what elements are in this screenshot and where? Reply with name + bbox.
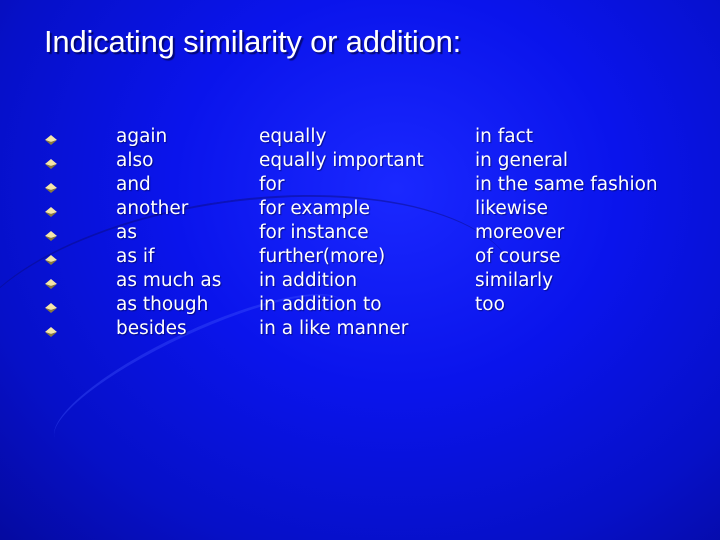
list-item: further(more) (259, 246, 386, 267)
gold-diamond-bullet-icon (45, 128, 57, 152)
list-item: in the same fashion (475, 174, 658, 195)
gold-diamond-bullet-icon (45, 224, 57, 248)
list-item: in a like manner (259, 318, 409, 339)
gold-diamond-bullet-icon (45, 272, 57, 296)
slide-title: Indicating similarity or addition: (44, 24, 462, 59)
list-item: also (116, 150, 154, 171)
bullet-column (45, 128, 57, 344)
gold-diamond-bullet-icon (45, 200, 57, 224)
gold-diamond-bullet-icon (45, 152, 57, 176)
list-item: equally important (259, 150, 424, 171)
word-column-2: equally equally important for for example fo… (259, 125, 424, 341)
list-item: as (116, 222, 137, 243)
gold-diamond-bullet-icon (45, 176, 57, 200)
gold-diamond-bullet-icon (45, 320, 57, 344)
list-item: equally (259, 126, 327, 147)
list-item: and (116, 174, 151, 195)
word-column-1: again also and another as as if as much as as t… (116, 125, 221, 341)
list-item: as though (116, 294, 209, 315)
list-item: similarly (475, 270, 554, 291)
gold-diamond-bullet-icon (45, 296, 57, 320)
list-item: in addition (259, 270, 358, 291)
word-column-3: in fact in general in the same fashion like… (475, 125, 658, 317)
list-item: for (259, 174, 285, 195)
list-item: as much as (116, 270, 222, 291)
list-item: for example (259, 198, 370, 219)
list-item: too (475, 294, 505, 315)
list-item: again (116, 126, 168, 147)
list-item: for instance (259, 222, 369, 243)
list-item: in addition to (259, 294, 382, 315)
list-item: another (116, 198, 189, 219)
list-item: in general (475, 150, 569, 171)
list-item: in fact (475, 126, 534, 147)
list-item: as if (116, 246, 155, 267)
list-item: likewise (475, 198, 549, 219)
list-item: moreover (475, 222, 565, 243)
list-item: of course (475, 246, 561, 267)
gold-diamond-bullet-icon (45, 248, 57, 272)
list-item: besides (116, 318, 187, 339)
